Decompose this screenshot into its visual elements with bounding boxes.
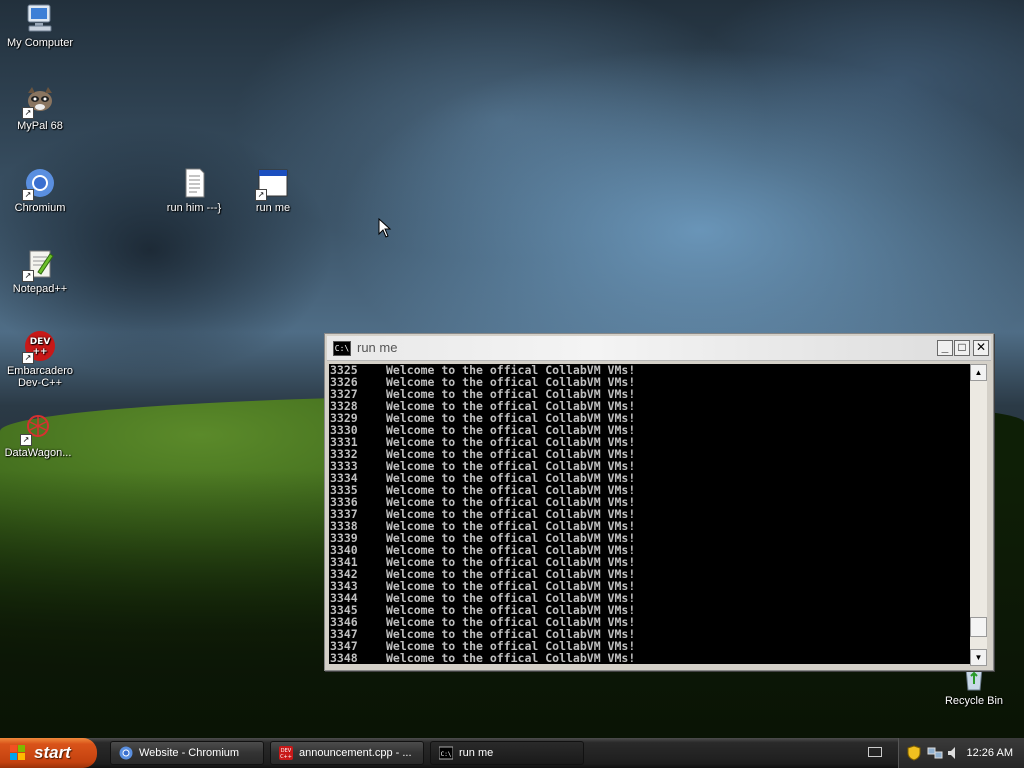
console-line-text: Welcome to the offical CollabVM VMs! <box>386 651 636 664</box>
desktop-icon-label: MyPal 68 <box>17 120 63 132</box>
desktop-icon-run-me[interactable]: ↗ run me <box>233 167 313 214</box>
arrow-up-icon: ▲ <box>974 368 983 377</box>
shortcut-arrow-icon: ↗ <box>22 107 34 119</box>
desktop-icon-label: Recycle Bin <box>944 695 1004 707</box>
application-window-icon: ↗ <box>255 167 289 201</box>
taskbar-button-label: run me <box>459 747 494 759</box>
desktop-icon-run-him[interactable]: run him ---} <box>154 167 234 214</box>
scroll-down-button[interactable]: ▼ <box>970 649 987 666</box>
text-file-icon <box>178 167 210 199</box>
mouse-cursor-icon <box>378 218 392 238</box>
computer-icon <box>24 2 56 34</box>
taskbar-button-chromium[interactable]: Website - Chromium <box>110 741 264 765</box>
start-label: start <box>34 743 71 762</box>
desktop-icon-label: run him ---} <box>166 202 222 214</box>
console-app-icon: C:\ <box>439 746 453 760</box>
desktop-icon-label: Notepad++ <box>12 283 68 295</box>
desktop-icon-label: DataWagon... <box>4 447 72 459</box>
window-title: run me <box>357 340 398 355</box>
system-tray: 12:26 AM <box>898 738 1024 768</box>
start-button[interactable]: start <box>0 738 97 768</box>
console-app-icon: C:\ <box>333 341 351 356</box>
vertical-scrollbar[interactable]: ▲ ▼ <box>970 364 987 666</box>
taskbar-button-label: Website - Chromium <box>139 747 240 759</box>
taskbar-button-run-me[interactable]: C:\ run me <box>430 741 584 765</box>
shortcut-arrow-icon: ↗ <box>255 189 267 201</box>
taskbar: start Website - Chromium DEV C++ announc… <box>0 738 1024 768</box>
keyboard-icon[interactable] <box>868 747 882 757</box>
close-button[interactable]: ✕ <box>973 340 989 356</box>
maximize-button[interactable]: □ <box>954 340 970 356</box>
desktop-icon-label: Chromium <box>14 202 66 214</box>
console-titlebar[interactable]: C:\ run me _ □ ✕ <box>327 336 991 361</box>
mypal-raccoon-icon: ↗ <box>22 85 56 119</box>
minimize-button[interactable]: _ <box>937 340 953 356</box>
taskbar-button-devcpp[interactable]: DEV C++ announcement.cpp - ... <box>270 741 424 765</box>
scrollbar-thumb[interactable] <box>970 616 987 637</box>
svg-text:C++: C++ <box>280 754 292 760</box>
console-line-number: 3348 <box>330 651 358 664</box>
security-shield-icon[interactable] <box>907 745 921 761</box>
shortcut-arrow-icon: ↗ <box>22 352 34 364</box>
volume-icon[interactable] <box>947 746 959 760</box>
maximize-icon: □ <box>958 340 966 354</box>
minimize-icon: _ <box>941 340 949 354</box>
desktop-icon-notepadpp[interactable]: ↗ Notepad++ <box>0 248 80 295</box>
svg-text:C:\: C:\ <box>441 751 452 758</box>
arrow-down-icon: ▼ <box>974 653 983 662</box>
svg-text:++: ++ <box>32 347 47 357</box>
desktop-icon-label: run me <box>255 202 291 214</box>
console-output[interactable]: 3325 Welcome to the offical CollabVM VMs!… <box>329 364 970 664</box>
devcpp-icon: DEV ++ ↗ <box>22 330 56 364</box>
chromium-icon <box>119 746 133 760</box>
console-window[interactable]: C:\ run me _ □ ✕ 3325 Welcome to the offi… <box>324 333 994 671</box>
notepadpp-icon: ↗ <box>22 248 56 282</box>
console-line: 3348 Welcome to the offical CollabVM VMs! <box>329 652 970 664</box>
svg-text:DEV: DEV <box>30 337 51 347</box>
shortcut-arrow-icon: ↗ <box>20 434 32 446</box>
chromium-icon: ↗ <box>22 167 56 201</box>
desktop-icon-label: Embarcadero Dev-C++ <box>6 365 74 389</box>
desktop-icon-datawagon[interactable]: ↗ DataWagon... <box>0 412 78 459</box>
shortcut-arrow-icon: ↗ <box>22 270 34 282</box>
taskbar-clock[interactable]: 12:26 AM <box>967 738 1013 768</box>
close-icon: ✕ <box>975 340 987 354</box>
network-icon[interactable] <box>927 746 943 760</box>
datawagon-icon: ↗ <box>20 412 54 446</box>
desktop-icon-devcpp[interactable]: DEV ++ ↗ Embarcadero Dev-C++ <box>0 330 80 389</box>
shortcut-arrow-icon: ↗ <box>22 189 34 201</box>
desktop-icon-my-computer[interactable]: My Computer <box>0 2 80 49</box>
windows-logo-icon <box>10 745 26 761</box>
devcpp-icon: DEV C++ <box>279 746 293 760</box>
desktop-icon-label: My Computer <box>6 37 74 49</box>
desktop-icon-mypal[interactable]: ↗ MyPal 68 <box>0 85 80 132</box>
desktop-icon-chromium[interactable]: ↗ Chromium <box>0 167 80 214</box>
scroll-up-button[interactable]: ▲ <box>970 364 987 381</box>
taskbar-button-label: announcement.cpp - ... <box>299 747 412 759</box>
